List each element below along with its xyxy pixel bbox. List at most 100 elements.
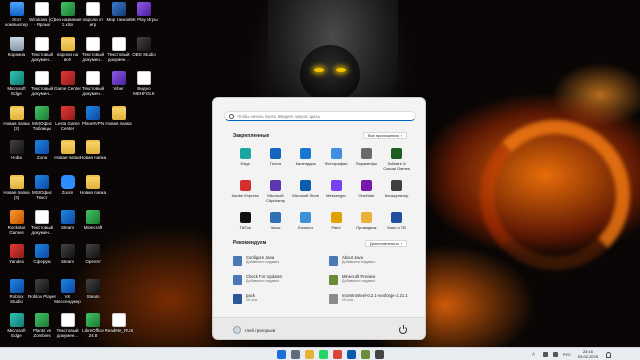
desktop-shortcut[interactable]: Новая папка [54,140,81,174]
pinned-app[interactable]: Adobe Express [230,179,260,211]
pinned-app[interactable]: Блокнот [291,211,321,243]
chevron-up-icon[interactable]: ˄ [532,352,535,358]
minecraft-icon[interactable] [361,350,370,359]
desktop-shortcut[interactable]: OBS Studio [131,36,158,71]
desktop-shortcut[interactable]: Roblox Player [28,278,56,313]
desktop-shortcut[interactable]: Текстовый докумен... [29,209,56,244]
desktop-shortcut[interactable]: Steam [80,278,107,313]
desktop-shortcut[interactable]: PlanetVPN [80,105,107,140]
pinned-app[interactable]: Solitaire & Casual Games [381,147,411,179]
java-icon [233,275,242,285]
vpn-icon [86,105,100,120]
start-search-input[interactable] [237,113,407,119]
pinned-app[interactable]: Калькулятор [381,179,411,211]
desktop-shortcut[interactable]: Microsoft Edge [3,71,30,105]
desktop-shortcut[interactable]: Yandex [3,244,30,278]
whatsapp-icon[interactable] [319,350,328,359]
pinned-app[interactable]: Проводник [351,211,381,243]
desktop-shortcut[interactable]: Текстовый докумен... [80,71,107,105]
desktop-shortcut[interactable]: Game Center [54,71,81,105]
desktop-shortcut[interactable]: Zona [29,140,56,174]
desktop-shortcut[interactable]: Этот компьютер [3,2,30,36]
pinned-app[interactable]: Часы [260,211,290,243]
desktop-shortcut[interactable]: Новая папка [80,140,107,174]
pinned-app[interactable]: Почта [260,147,290,179]
recommended-item[interactable]: monstrosteel-0.2.1-neoforge-1.21.1 25 ноя… [329,293,417,312]
desktop-shortcut[interactable]: Новая папка (3) [3,175,30,209]
desktop-shortcut[interactable]: 5K Play Игры [130,2,158,36]
desktop-shortcut[interactable]: Текстовый докумен... [105,36,132,71]
store-icon[interactable] [347,350,356,359]
desktop-shortcut[interactable]: Текстовый докумен... [29,71,56,105]
pinned-app[interactable]: Календарь [291,147,321,179]
desktop-shortcut[interactable]: Minecraft [80,209,107,244]
network-icon[interactable] [542,352,548,358]
desktop-shortcut[interactable]: Steam [54,244,81,278]
desktop-shortcut[interactable]: MSIOфис Текст [29,175,56,209]
app-icon[interactable] [375,350,384,359]
desktop-shortcut[interactable]: Новая папка (2) [3,105,30,140]
desktop-shortcut[interactable]: Viber [105,71,132,105]
more-button[interactable]: Дополнительно › [365,240,408,247]
desktop-shortcut[interactable]: Новая папка [105,105,132,140]
desktop-shortcut[interactable]: Rockstar Games [3,209,30,244]
pinned-app[interactable]: Фотографии [321,147,351,179]
recommended-item[interactable]: Minecraft Preview Добавлено недавно [329,274,417,293]
recommended-item[interactable]: About Java Добавлено недавно [329,255,417,274]
desktop-shortcut[interactable]: Текстовый докумен... [54,313,81,347]
openiv-icon [86,244,100,259]
pinned-app[interactable]: Paint [321,211,351,243]
desktop-shortcut[interactable]: Без названия 1.xlsx [54,2,81,36]
desktop-shortcut[interactable]: MSIOфис Таблицы [29,105,56,140]
desktop-shortcut[interactable]: Windows (C) - Ярлык [29,2,56,36]
windows-start-icon[interactable] [277,350,286,359]
desktop-shortcut[interactable]: Новая папка [80,175,107,209]
search-icon[interactable] [291,350,300,359]
desktop-shortcut[interactable]: Plants vs Zombies [29,313,56,347]
recommended-item[interactable]: pack 25 ноя. [233,293,329,312]
desktop-shortcut[interactable]: Корзина [3,36,30,71]
desktop-shortcut[interactable]: пароли на всё [54,36,81,71]
desktop-shortcut[interactable]: пароли от игр [80,2,107,36]
recommended-item-text: Configure Java Добавлено недавно [246,255,279,265]
power-icon[interactable] [399,325,407,334]
desktop-shortcut[interactable]: Steam [54,209,81,244]
pinned-app[interactable]: Messenger [321,179,351,211]
pinned-app[interactable]: Microsoft Store [291,179,321,211]
desktop-shortcut[interactable]: Roblox Studio [3,278,30,313]
pinned-app[interactable]: OneNote [351,179,381,211]
desktop-shortcut[interactable]: Microsoft Edge [3,313,30,347]
all-apps-button[interactable]: Все приложения › [363,132,408,139]
recommended-item[interactable]: Check For Updates Добавлено недавно [233,274,329,293]
notifications-icon[interactable] [605,351,611,358]
user-account-button[interactable]: глеб григорьев [233,326,275,334]
start-search-box[interactable] [224,111,416,121]
desktop-shortcut[interactable]: ReadMe_RUS [105,313,133,347]
desktop-shortcut[interactable]: Сферум [29,244,56,278]
clock[interactable]: 23:16 03.02.2025 [578,349,598,359]
desktop-shortcut[interactable]: Hoba [3,140,30,174]
desktop-shortcut[interactable]: OpenIV [80,244,107,278]
desktop-shortcut[interactable]: Zoom [54,175,81,209]
user-avatar-icon [233,326,241,334]
language-indicator[interactable]: РУС [563,352,571,357]
desktop-shortcut[interactable]: Текстовый докумен... [80,36,107,71]
chrome-icon[interactable] [333,350,342,359]
recommended-item[interactable]: Configure Java Добавлено недавно [233,255,329,274]
pinned-app[interactable]: Кино и ТВ [381,211,411,243]
desktop-shortcut[interactable]: VK Мессенджер [54,278,81,313]
edge-icon [239,148,251,159]
desktop-shortcut[interactable]: Текстовый докумен... [29,36,56,71]
pinned-app[interactable]: Microsoft Clipchamp [260,179,290,211]
volume-icon[interactable] [552,352,558,358]
pinned-app[interactable]: Параметры [351,147,381,179]
desktop-shortcut[interactable]: LibreOffice 24.8 [80,313,107,347]
desktop-shortcut[interactable]: Lesta Game Center [54,105,81,140]
desktop-shortcut[interactable]: Мир танков [105,2,132,36]
steam-icon [60,244,75,259]
pinned-app-label: Калькулятор [384,193,409,198]
desktop-shortcut[interactable]: Видео MEHFOLK [131,71,158,105]
file-explorer-icon[interactable] [305,350,314,359]
pinned-app[interactable]: TikTok [230,211,260,243]
pinned-app[interactable]: Edge [230,147,260,179]
